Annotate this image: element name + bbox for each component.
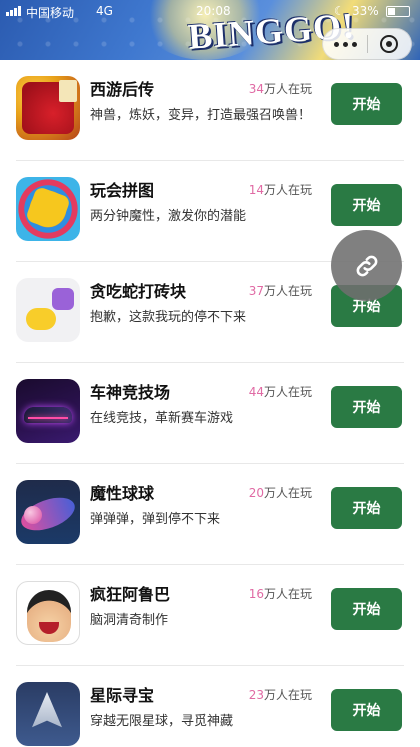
status-bar: 中国移动 4G 20:08 ☾ 33% bbox=[0, 0, 420, 24]
game-description: 弹弹弹，弹到停不下来 bbox=[90, 512, 221, 527]
header-banner: BINGGO! 中国移动 4G 20:08 ☾ 33% bbox=[0, 0, 420, 60]
game-description: 穿越无限星球，寻觅神藏 bbox=[90, 714, 234, 729]
list-item: 星际寻宝 23万人在玩 穿越无限星球，寻觅神藏 开始 bbox=[0, 666, 420, 747]
start-button[interactable]: 开始 bbox=[331, 588, 402, 630]
floating-link-button[interactable] bbox=[331, 230, 402, 301]
space-treasure-game-icon[interactable] bbox=[16, 682, 80, 746]
game-name: 星际寻宝 bbox=[90, 686, 155, 705]
players-suffix: 万人在玩 bbox=[263, 82, 312, 96]
list-item: 西游后传 34万人在玩 神兽，炼妖，变异，打造最强召唤兽！ 开始 bbox=[0, 60, 420, 161]
players-count: 20万人在玩 bbox=[236, 484, 312, 501]
list-item: 车神竞技场 44万人在玩 在线竞技，革新赛车游戏 开始 bbox=[0, 363, 420, 464]
game-description: 在线竞技，革新赛车游戏 bbox=[90, 411, 234, 426]
game-name: 魔性球球 bbox=[90, 484, 155, 503]
list-item: 疯狂阿鲁巴 16万人在玩 脑洞清奇制作 开始 bbox=[0, 565, 420, 666]
players-count: 44万人在玩 bbox=[236, 383, 312, 400]
players-count: 16万人在玩 bbox=[236, 585, 312, 602]
game-name: 车神竞技场 bbox=[90, 383, 171, 402]
xiyou-game-icon[interactable] bbox=[16, 76, 80, 140]
start-button[interactable]: 开始 bbox=[331, 386, 402, 428]
more-dots-icon[interactable] bbox=[323, 29, 367, 59]
snake-game-icon[interactable] bbox=[16, 278, 80, 342]
start-button[interactable]: 开始 bbox=[331, 83, 402, 125]
players-suffix: 万人在玩 bbox=[263, 183, 312, 197]
target-close-icon[interactable] bbox=[368, 29, 411, 59]
players-count: 34万人在玩 bbox=[236, 80, 312, 97]
link-icon bbox=[356, 255, 377, 276]
players-number: 16 bbox=[248, 587, 264, 601]
jigsaw-game-icon[interactable] bbox=[16, 177, 80, 241]
game-description: 脑洞清奇制作 bbox=[90, 613, 169, 628]
status-time: 20:08 bbox=[196, 4, 231, 18]
players-suffix: 万人在玩 bbox=[263, 385, 312, 399]
game-list: 西游后传 34万人在玩 神兽，炼妖，变异，打造最强召唤兽！ 开始 玩会拼图 14… bbox=[0, 60, 420, 747]
start-button[interactable]: 开始 bbox=[331, 184, 402, 226]
players-suffix: 万人在玩 bbox=[263, 688, 312, 702]
battery-icon bbox=[386, 6, 410, 17]
aruba-game-icon[interactable] bbox=[16, 581, 80, 645]
game-name: 玩会拼图 bbox=[90, 181, 155, 200]
players-number: 23 bbox=[248, 688, 264, 702]
game-description: 两分钟魔性，激发你的潜能 bbox=[90, 209, 247, 224]
game-name: 贪吃蛇打砖块 bbox=[90, 282, 187, 301]
start-button[interactable]: 开始 bbox=[331, 689, 402, 731]
list-item: 魔性球球 20万人在玩 弹弹弹，弹到停不下来 开始 bbox=[0, 464, 420, 565]
players-count: 37万人在玩 bbox=[236, 282, 312, 299]
start-button[interactable]: 开始 bbox=[331, 487, 402, 529]
game-description: 神兽，炼妖，变异，打造最强召唤兽！ bbox=[90, 108, 312, 123]
players-number: 34 bbox=[248, 82, 264, 96]
racing-car-game-icon[interactable] bbox=[16, 379, 80, 443]
network-type: 4G bbox=[96, 4, 113, 18]
players-suffix: 万人在玩 bbox=[263, 284, 312, 298]
game-name: 西游后传 bbox=[90, 80, 155, 99]
game-name: 疯狂阿鲁巴 bbox=[90, 585, 171, 604]
ball-game-icon[interactable] bbox=[16, 480, 80, 544]
signal-icon bbox=[6, 6, 21, 16]
players-number: 37 bbox=[248, 284, 264, 298]
players-number: 20 bbox=[248, 486, 264, 500]
players-count: 14万人在玩 bbox=[236, 181, 312, 198]
players-number: 14 bbox=[248, 183, 264, 197]
moon-icon: ☾ bbox=[334, 4, 345, 18]
players-count: 23万人在玩 bbox=[236, 686, 312, 703]
carrier-name: 中国移动 bbox=[26, 6, 75, 20]
players-suffix: 万人在玩 bbox=[263, 486, 312, 500]
players-suffix: 万人在玩 bbox=[263, 587, 312, 601]
miniprogram-capsule bbox=[322, 28, 412, 60]
battery-percent: 33% bbox=[352, 4, 379, 18]
game-description: 抱歉，这款我玩的停不下来 bbox=[90, 310, 247, 325]
players-number: 44 bbox=[248, 385, 264, 399]
